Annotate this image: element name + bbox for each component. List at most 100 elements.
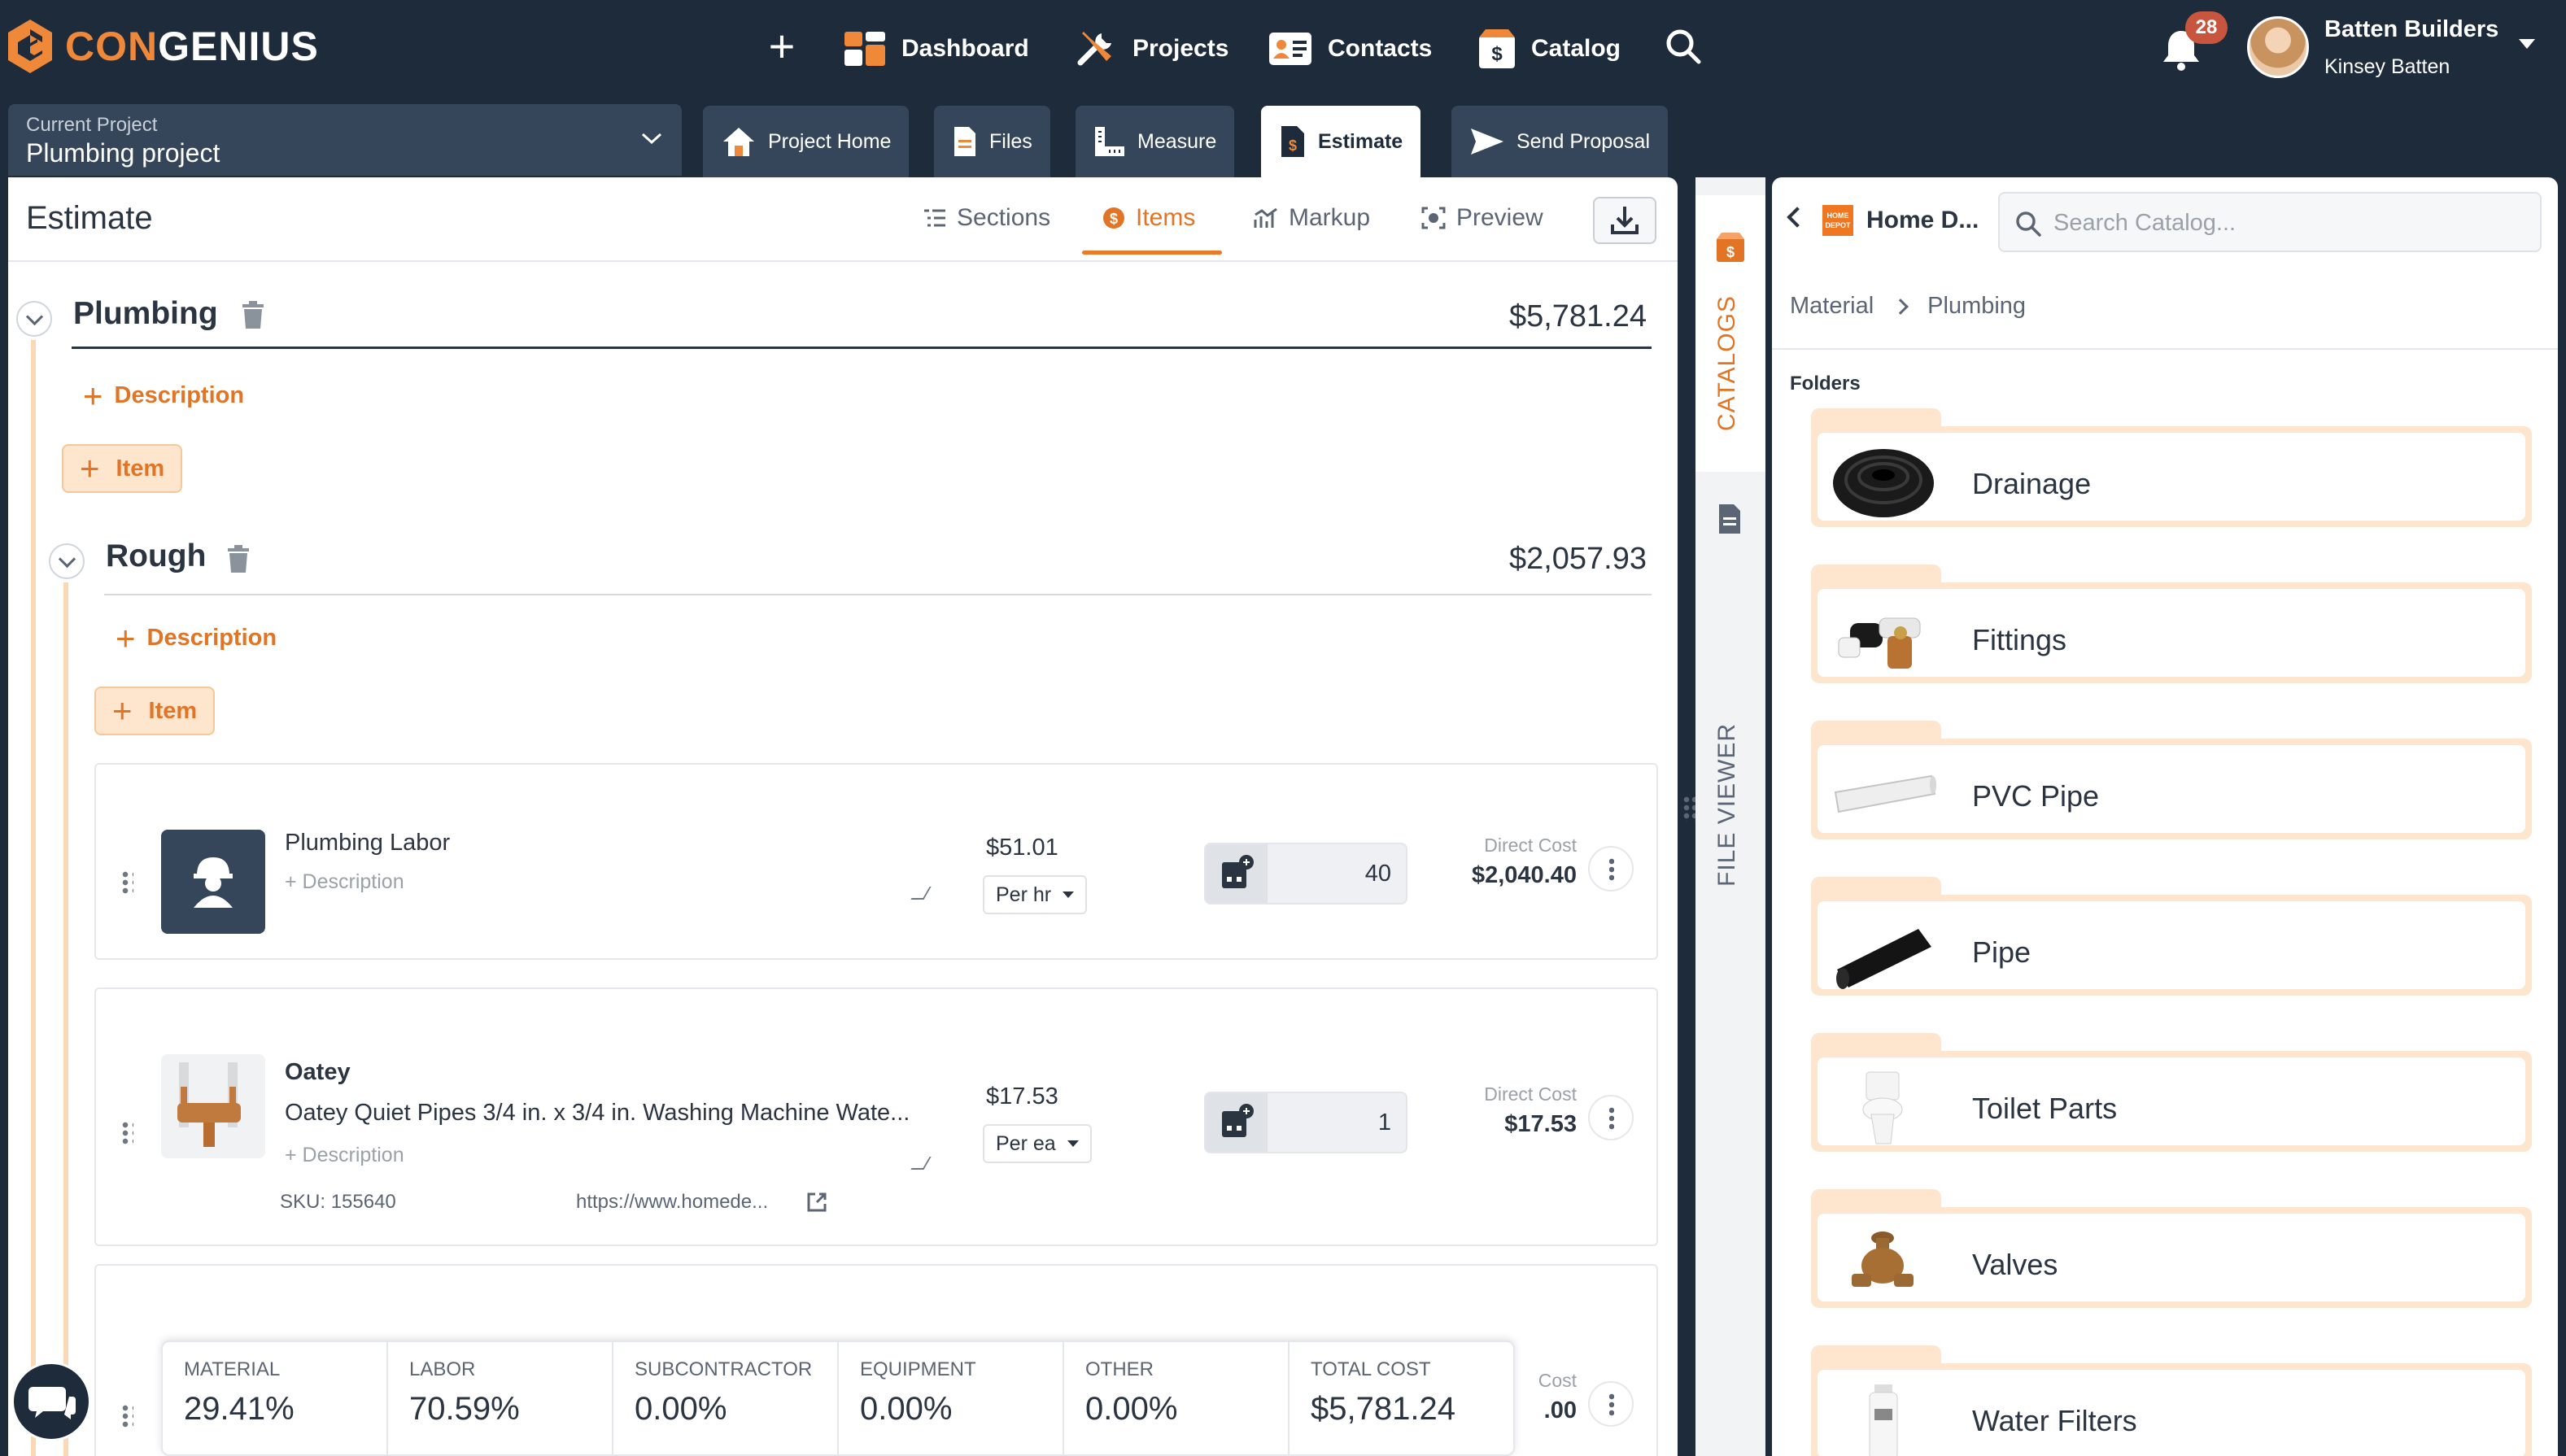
item-brand: Oatey: [285, 1059, 351, 1085]
user-avatar[interactable]: [2247, 16, 2309, 78]
folder-pipe[interactable]: Pipe: [1811, 877, 2532, 996]
drag-handle-icon[interactable]: [120, 1404, 133, 1428]
download-icon: [1611, 207, 1639, 234]
item-name[interactable]: Plumbing Labor: [285, 830, 450, 857]
nav-contacts[interactable]: Contacts: [1268, 23, 1432, 75]
subtab-sections[interactable]: Sections: [923, 202, 1050, 234]
item-more-options-icon[interactable]: [1588, 1381, 1634, 1427]
user-company[interactable]: Batten Builders: [2324, 16, 2498, 43]
delete-rough-trash-icon[interactable]: [226, 545, 251, 574]
panel-resize-handle[interactable]: [1682, 796, 1695, 822]
search-icon[interactable]: [1665, 28, 1702, 65]
folder-water-filters[interactable]: Water Filters: [1811, 1345, 2532, 1456]
delete-section-trash-icon[interactable]: [241, 301, 265, 330]
catalog-divider: [1772, 348, 2558, 350]
notification-count-badge: 28: [2185, 11, 2228, 44]
add-item-rough-label: Item: [148, 697, 198, 724]
quantity-calculator-icon[interactable]: [1206, 844, 1268, 903]
drag-handle-icon[interactable]: [120, 1121, 133, 1145]
section-title-plumbing[interactable]: Plumbing: [73, 296, 218, 332]
preview-eye-icon: [1421, 207, 1446, 229]
nav-projects[interactable]: Projects: [1074, 23, 1228, 75]
side-panel-tabs: $ CATALOGS FILE VIEWER: [1695, 177, 1765, 1456]
unit-select[interactable]: Per hr: [983, 875, 1088, 914]
drainage-pipe-image: [1833, 449, 1934, 517]
subtab-preview[interactable]: Preview: [1420, 202, 1543, 234]
current-project-select[interactable]: Current Project Plumbing project: [8, 104, 682, 176]
subtab-markup[interactable]: Markup: [1253, 202, 1370, 234]
black-pipe-image: [1836, 929, 1931, 989]
summary-label: OTHER: [1085, 1358, 1154, 1380]
subtab-sections-label: Sections: [957, 204, 1051, 231]
section-guide-line: [31, 340, 36, 1456]
product-link[interactable]: https://www.homede...: [576, 1191, 768, 1214]
item-unit-price[interactable]: $51.01: [986, 835, 1058, 861]
chat-support-button[interactable]: [11, 1362, 91, 1441]
summary-subcontractor: SUBCONTRACTOR 0.00%: [613, 1342, 839, 1454]
side-tab-file-viewer[interactable]: FILE VIEWER: [1695, 486, 1765, 909]
external-link-icon[interactable]: [805, 1191, 828, 1214]
download-button[interactable]: [1593, 197, 1656, 244]
summary-label: LABOR: [409, 1358, 476, 1380]
item-description-input[interactable]: + Description: [285, 870, 404, 894]
subtab-items[interactable]: $ Items: [1102, 202, 1195, 234]
tab-measure[interactable]: Measure: [1076, 106, 1235, 177]
section-title-rough[interactable]: Rough: [106, 538, 206, 574]
drag-handle-icon[interactable]: [120, 870, 133, 895]
folder-toilet-parts[interactable]: Toilet Parts: [1811, 1033, 2532, 1152]
quantity-field[interactable]: 1: [1204, 1092, 1407, 1153]
product-thumbnail[interactable]: [161, 1054, 265, 1158]
quantity-calculator-icon[interactable]: [1206, 1093, 1268, 1152]
catalog-search[interactable]: [1998, 192, 2542, 252]
breadcrumb-plumbing[interactable]: Plumbing: [1927, 293, 2026, 320]
breadcrumb-material[interactable]: Material: [1790, 293, 1874, 320]
user-name[interactable]: Kinsey Batten: [2324, 55, 2450, 79]
collapse-rough-toggle[interactable]: [49, 543, 85, 579]
sections-list-icon: [924, 209, 945, 227]
tab-files[interactable]: Files: [934, 106, 1050, 177]
textarea-resize-handle[interactable]: [910, 1157, 932, 1170]
folder-drainage[interactable]: Drainage: [1811, 408, 2532, 527]
item-more-options-icon[interactable]: [1588, 1095, 1634, 1140]
folder-valves[interactable]: Valves: [1811, 1189, 2532, 1308]
sku-label: SKU:: [280, 1191, 326, 1213]
congenius-logo[interactable]: CONGENIUS: [7, 18, 319, 75]
pvc-pipe-image: [1834, 774, 1936, 813]
summary-other: OTHER 0.00%: [1064, 1342, 1290, 1454]
item-name[interactable]: Oatey Quiet Pipes 3/4 in. x 3/4 in. Wash…: [285, 1100, 910, 1127]
item-description-input[interactable]: + Description: [285, 1144, 404, 1167]
tab-project-home[interactable]: Project Home: [703, 106, 910, 177]
tab-estimate[interactable]: $ Estimate: [1261, 106, 1421, 177]
subtab-markup-label: Markup: [1289, 204, 1371, 231]
textarea-resize-handle[interactable]: [910, 887, 932, 900]
folder-pvc-pipe[interactable]: PVC Pipe: [1811, 721, 2532, 839]
quantity-field[interactable]: 40: [1204, 843, 1407, 905]
catalog-box-icon: $: [1479, 29, 1515, 68]
catalog-panel: HOME DEPOT Home D... Material Plumbing F…: [1772, 177, 2558, 1456]
user-menu-caret-icon[interactable]: [2519, 39, 2535, 49]
catalog-box-icon: $: [1717, 233, 1744, 262]
back-arrow-icon[interactable]: [1787, 207, 1808, 228]
summary-material: MATERIAL 29.41%: [163, 1342, 388, 1454]
unit-select[interactable]: Per ea: [983, 1124, 1092, 1163]
add-description-button[interactable]: + Description: [83, 378, 244, 412]
add-description-rough-button[interactable]: + Description: [116, 621, 277, 655]
logo-text-con: CON: [65, 24, 159, 69]
item-unit-price[interactable]: $17.53: [986, 1083, 1058, 1110]
side-tab-catalogs[interactable]: $ CATALOGS: [1695, 195, 1765, 472]
add-item-rough-button[interactable]: + Item: [94, 687, 216, 735]
create-new-button[interactable]: +: [762, 23, 802, 73]
store-name[interactable]: Home D...: [1866, 207, 1979, 234]
nav-catalog[interactable]: $ Catalog: [1477, 23, 1621, 75]
add-item-button[interactable]: + Item: [62, 444, 183, 493]
summary-value: 29.41%: [184, 1391, 295, 1427]
tab-send-proposal[interactable]: Send Proposal: [1451, 106, 1669, 177]
nav-contacts-label: Contacts: [1328, 35, 1433, 62]
collapse-plumbing-toggle[interactable]: [16, 301, 52, 337]
catalog-search-input[interactable]: [2053, 207, 2525, 239]
item-more-options-icon[interactable]: [1588, 846, 1634, 891]
folders-heading: Folders: [1790, 373, 1861, 395]
nav-dashboard[interactable]: Dashboard: [843, 23, 1029, 75]
logo-text-genius: GENIUS: [158, 24, 319, 69]
folder-fittings[interactable]: Fittings: [1811, 565, 2532, 683]
